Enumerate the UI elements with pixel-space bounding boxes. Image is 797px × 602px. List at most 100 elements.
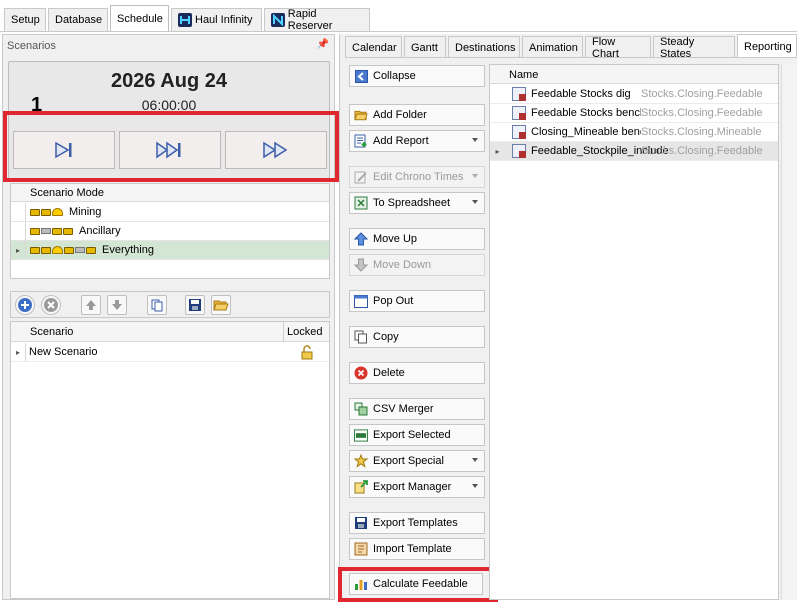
report-row[interactable]: Feedable Stocks dig Stocks.Closing.Feeda… bbox=[490, 85, 778, 104]
mode-row-ancillary[interactable]: Ancillary bbox=[11, 222, 329, 241]
button-label: Export Special bbox=[373, 455, 444, 467]
column-header-name: Name bbox=[509, 69, 539, 81]
move-up-button[interactable]: Move Up bbox=[349, 228, 485, 250]
table-row[interactable]: ▸ New Scenario bbox=[11, 343, 329, 362]
chevron-down-icon bbox=[472, 484, 478, 488]
copy-scenario-button[interactable] bbox=[147, 295, 167, 315]
equipment-icons bbox=[30, 246, 96, 254]
helmet-icon bbox=[52, 246, 63, 254]
to-spreadsheet-button[interactable]: To Spreadsheet bbox=[349, 192, 485, 214]
save-icon bbox=[189, 299, 201, 311]
add-report-button[interactable]: Add Report bbox=[349, 130, 485, 152]
move-down-button[interactable]: Move Down bbox=[349, 254, 485, 276]
csv-merger-button[interactable]: CSV Merger bbox=[349, 398, 485, 420]
tab-gantt[interactable]: Gantt bbox=[404, 36, 446, 58]
button-label: Delete bbox=[373, 367, 405, 379]
export-special-icon bbox=[354, 454, 368, 468]
pop-out-button[interactable]: Pop Out bbox=[349, 290, 485, 312]
report-path: Stocks.Closing.Feedable bbox=[641, 145, 763, 157]
tab-label: Animation bbox=[529, 41, 578, 54]
row-pointer-icon: ▸ bbox=[11, 241, 26, 259]
copy-button[interactable]: Copy bbox=[349, 326, 485, 348]
tab-steady-states[interactable]: Steady States bbox=[653, 35, 735, 60]
tab-destinations[interactable]: Destinations bbox=[448, 36, 520, 58]
annotation-box-2 bbox=[338, 567, 498, 602]
tab-schedule[interactable]: Schedule bbox=[110, 5, 169, 32]
tab-flow-chart[interactable]: Flow Chart bbox=[585, 36, 651, 60]
delete-button[interactable]: Delete bbox=[349, 362, 485, 384]
haul-infinity-logo-icon bbox=[178, 13, 192, 27]
tab-label: Haul Infinity bbox=[195, 14, 253, 26]
chevron-down-icon bbox=[472, 138, 478, 142]
button-label: To Spreadsheet bbox=[373, 197, 451, 209]
button-label: Pop Out bbox=[373, 295, 414, 307]
report-path: Stocks.Closing.Feedable bbox=[641, 88, 763, 100]
tab-reporting[interactable]: Reporting bbox=[737, 34, 797, 58]
edit-chrono-times-button[interactable]: Edit Chrono Times bbox=[349, 166, 485, 188]
folder-open-icon bbox=[213, 300, 229, 311]
tab-rapid-reserver[interactable]: Rapid Reserver bbox=[264, 8, 370, 32]
tab-haul-infinity[interactable]: Haul Infinity bbox=[171, 8, 262, 31]
report-path: Stocks.Closing.Mineable bbox=[641, 126, 762, 138]
export-special-button[interactable]: Export Special bbox=[349, 450, 485, 472]
lock-icon[interactable] bbox=[300, 345, 314, 363]
export-manager-button[interactable]: Export Manager bbox=[349, 476, 485, 498]
mode-label: Mining bbox=[69, 206, 102, 218]
report-name: Closing_Mineable bench bbox=[531, 126, 641, 138]
equipment-icons bbox=[30, 227, 73, 235]
tab-label: Gantt bbox=[411, 41, 438, 54]
button-label: Copy bbox=[373, 331, 399, 343]
column-header-locked: Locked bbox=[287, 326, 323, 338]
arrow-up-icon bbox=[86, 300, 96, 310]
tab-setup[interactable]: Setup bbox=[4, 8, 46, 31]
panel-header: Scenarios bbox=[7, 40, 56, 52]
import-template-button[interactable]: Import Template bbox=[349, 538, 485, 560]
report-actions: Collapse Add Folder Add Report Edit Chro… bbox=[346, 62, 488, 600]
report-list-grid: Name Feedable Stocks dig Stocks.Closing.… bbox=[489, 64, 779, 600]
report-row[interactable]: Feedable Stocks bench Stocks.Closing.Fee… bbox=[490, 104, 778, 123]
add-scenario-button[interactable] bbox=[15, 295, 35, 315]
sub-tab-divider bbox=[345, 57, 797, 58]
mode-row-mining[interactable]: Mining bbox=[11, 203, 329, 222]
add-folder-button[interactable]: Add Folder bbox=[349, 104, 485, 126]
remove-icon bbox=[44, 298, 58, 312]
move-scenario-down-button[interactable] bbox=[107, 295, 127, 315]
merge-icon bbox=[354, 402, 368, 416]
move-scenario-up-button[interactable] bbox=[81, 295, 101, 315]
scenario-name: New Scenario bbox=[29, 346, 98, 358]
current-date: 2026 Aug 24 bbox=[111, 70, 227, 92]
tab-calendar[interactable]: Calendar bbox=[345, 36, 402, 58]
truck-icon bbox=[41, 246, 51, 254]
chevron-down-icon bbox=[472, 200, 478, 204]
export-selected-button[interactable]: Export Selected bbox=[349, 424, 485, 446]
copy-icon bbox=[151, 299, 163, 312]
mode-row-everything[interactable]: ▸ Everything bbox=[11, 241, 329, 260]
button-label: Move Down bbox=[373, 259, 432, 271]
vertical-scrollbar[interactable] bbox=[781, 64, 797, 600]
save-scenario-button[interactable] bbox=[185, 295, 205, 315]
button-label: Export Manager bbox=[373, 481, 452, 493]
tab-label: Rapid Reserver bbox=[287, 8, 333, 32]
collapse-button[interactable]: Collapse bbox=[349, 65, 485, 87]
button-label: Add Report bbox=[373, 135, 429, 147]
column-header: Scenario Mode bbox=[30, 187, 104, 199]
pin-icon[interactable]: 📌 bbox=[317, 39, 329, 50]
open-scenario-button[interactable] bbox=[211, 295, 231, 315]
export-templates-button[interactable]: Export Templates bbox=[349, 512, 485, 534]
remove-scenario-button[interactable] bbox=[41, 295, 61, 315]
tab-database[interactable]: Database bbox=[48, 8, 108, 31]
report-icon bbox=[512, 125, 526, 139]
row-indicator bbox=[11, 222, 26, 240]
report-path: Stocks.Closing.Feedable bbox=[641, 107, 763, 119]
loader-icon bbox=[30, 227, 40, 235]
column-divider bbox=[283, 322, 284, 342]
arrow-down-icon bbox=[354, 258, 368, 272]
window-icon bbox=[354, 294, 368, 308]
button-label: Export Selected bbox=[373, 429, 451, 441]
column-header-scenario: Scenario bbox=[30, 326, 74, 338]
tab-animation[interactable]: Animation bbox=[522, 36, 583, 58]
tab-label: Steady States bbox=[660, 35, 695, 60]
report-row[interactable]: ▸ Feedable_Stockpile_included Stocks.Clo… bbox=[490, 142, 778, 161]
truck-icon bbox=[52, 227, 62, 235]
report-row[interactable]: Closing_Mineable bench Stocks.Closing.Mi… bbox=[490, 123, 778, 142]
